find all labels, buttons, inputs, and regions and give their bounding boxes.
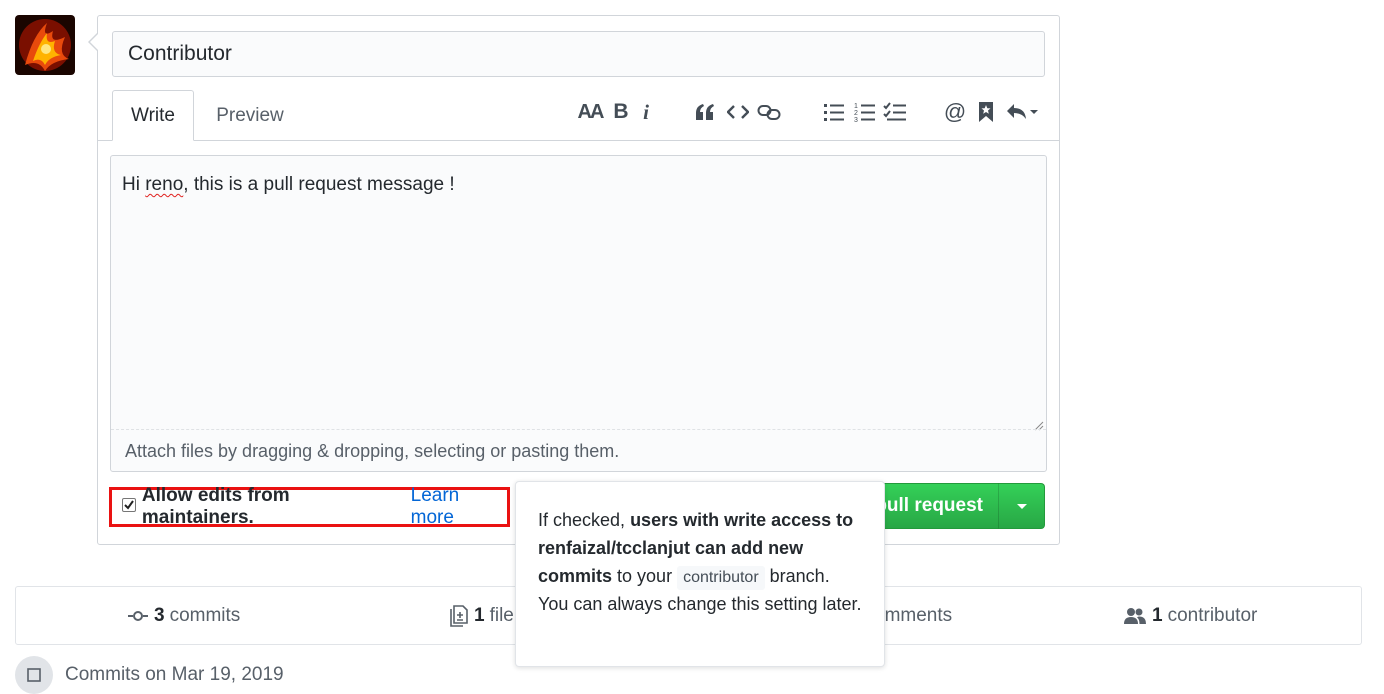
pr-body-textarea[interactable]: Hi reno, this is a pull request message … [110, 155, 1047, 472]
code-icon[interactable] [727, 98, 749, 126]
contributors-count: 1 [1152, 604, 1163, 626]
svg-text:1: 1 [854, 103, 858, 110]
contributors-stat[interactable]: 1 contributor [1124, 587, 1257, 644]
reply-icon[interactable] [1005, 98, 1039, 126]
files-stat[interactable]: 1 file [450, 587, 514, 644]
branch-name-code: contributor [677, 566, 765, 590]
commit-icon [128, 610, 148, 622]
bulleted-list-icon[interactable] [823, 98, 845, 126]
tooltip-text-2: to your [612, 566, 678, 586]
avatar[interactable] [15, 15, 75, 75]
svg-text:2: 2 [854, 110, 858, 117]
pr-title-input[interactable] [112, 31, 1045, 77]
contributors-label: contributor [1167, 604, 1258, 626]
files-count: 1 [474, 604, 485, 626]
create-pull-request-label: pull request [875, 495, 983, 516]
link-icon[interactable] [757, 98, 781, 126]
commits-count: 3 [154, 604, 165, 626]
allow-edits-checkbox[interactable] [122, 498, 136, 512]
people-icon [1124, 607, 1146, 625]
bold-glyph: B [613, 100, 629, 123]
commits-label: commits [169, 604, 241, 626]
italic-glyph: i [643, 99, 649, 124]
text-size-icon[interactable]: AA [577, 98, 605, 126]
file-diff-icon [450, 604, 468, 627]
create-pr-dropdown-button[interactable] [998, 483, 1045, 529]
mention-icon[interactable]: @ [944, 98, 966, 126]
text-size-glyph: AA [577, 100, 605, 123]
allow-edits-highlight: Allow edits from maintainers. Learn more [109, 485, 510, 529]
commits-stat[interactable]: 3 commits [128, 587, 240, 644]
allow-edits-tooltip: If checked, users with write access to r… [515, 481, 885, 667]
pr-body-text: Hi reno, this is a pull request message … [122, 174, 455, 195]
tab-preview[interactable]: Preview [205, 90, 295, 141]
comments-label: omments [874, 604, 953, 626]
panel-caret-fill [90, 34, 98, 50]
chevron-down-icon [1016, 503, 1027, 509]
bold-icon[interactable]: B [612, 98, 630, 126]
commit-group-icon [15, 656, 53, 694]
italic-icon[interactable]: i [639, 98, 653, 126]
commits-date-header: Commits on Mar 19, 2019 [15, 656, 284, 694]
tooltip-text-1: If checked, [538, 510, 631, 530]
quote-icon[interactable] [694, 98, 716, 126]
learn-more-link[interactable]: Learn more [411, 485, 507, 529]
allow-edits-label[interactable]: Allow edits from maintainers. [142, 485, 405, 529]
files-label: file [489, 604, 514, 626]
commits-date-text: Commits on Mar 19, 2019 [65, 664, 284, 685]
saved-reply-icon[interactable] [977, 98, 995, 126]
tab-write[interactable]: Write [112, 90, 194, 141]
svg-text:3: 3 [854, 117, 858, 122]
resize-handle[interactable] [1034, 418, 1044, 431]
misspelled-word: reno [145, 174, 184, 195]
task-list-icon[interactable] [883, 98, 907, 126]
attach-files-bar[interactable]: Attach files by dragging & dropping, sel… [111, 429, 1046, 471]
numbered-list-icon[interactable]: 123 [854, 98, 876, 126]
comments-stat[interactable]: omments [874, 587, 952, 644]
